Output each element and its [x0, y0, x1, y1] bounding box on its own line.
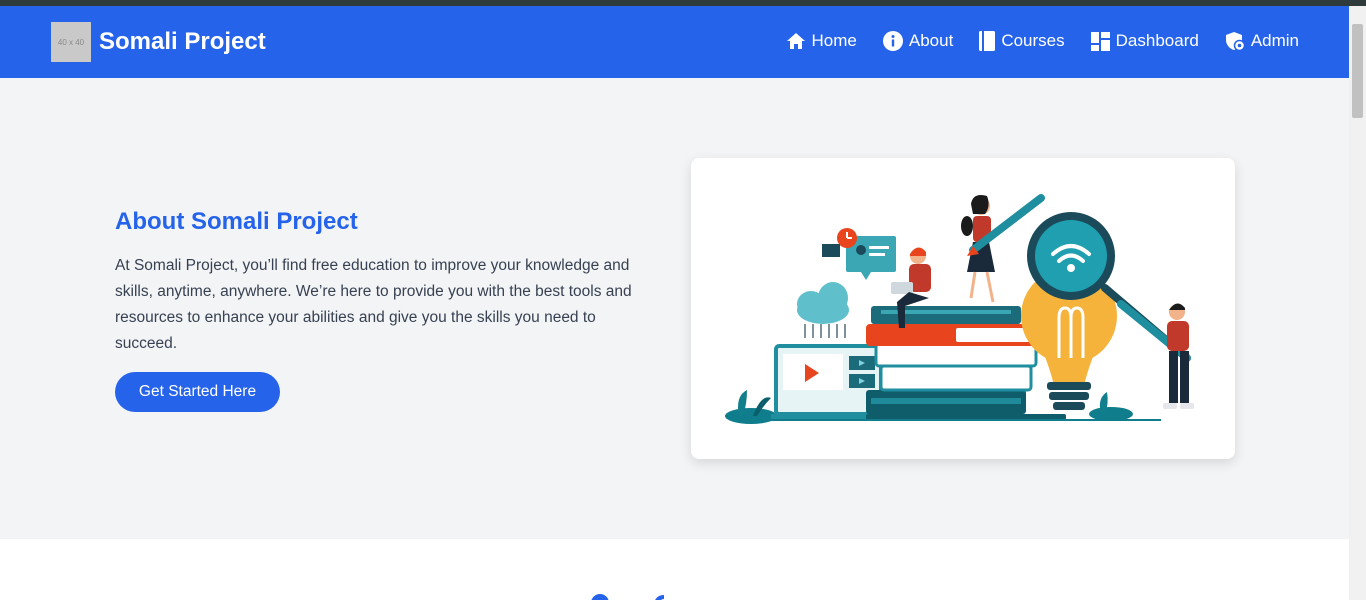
education-illustration [725, 194, 1194, 424]
info-icon [882, 31, 903, 51]
dashboard-icon [1090, 31, 1110, 51]
nav-courses[interactable]: Courses [979, 30, 1065, 52]
nav-admin-label: Admin [1250, 31, 1299, 50]
navbar: 40 x 40 Somali Project Home About Course… [0, 6, 1349, 78]
nav-dashboard-label: Dashboard [1115, 31, 1199, 50]
nav-dashboard[interactable]: Dashboard [1090, 30, 1199, 52]
main-nav: Home About Courses Dashboard Admin [760, 30, 1299, 52]
home-icon [786, 33, 805, 49]
hero-title: About Somali Project [115, 208, 358, 235]
admin-shield-icon [1225, 32, 1245, 51]
nav-home[interactable]: Home [786, 30, 857, 52]
logo-placeholder[interactable]: 40 x 40 [51, 22, 91, 62]
illustration-card [691, 158, 1235, 459]
nav-courses-label: Courses [1001, 31, 1065, 50]
nav-home-label: Home [811, 31, 857, 50]
hero-section: About Somali Project At Somali Project, … [0, 78, 1349, 539]
nav-about[interactable]: About [882, 30, 954, 52]
hero-description: At Somali Project, you’ll find free educ… [115, 257, 632, 352]
get-started-button[interactable]: Get Started Here [115, 372, 280, 412]
nav-admin[interactable]: Admin [1225, 30, 1299, 52]
nav-about-label: About [908, 31, 954, 50]
page-scrollbar[interactable] [1349, 6, 1366, 600]
next-section-icons [590, 590, 670, 600]
scrollbar-thumb[interactable] [1352, 24, 1363, 118]
brand-title[interactable]: Somali Project [99, 28, 266, 56]
book-icon [979, 31, 996, 51]
